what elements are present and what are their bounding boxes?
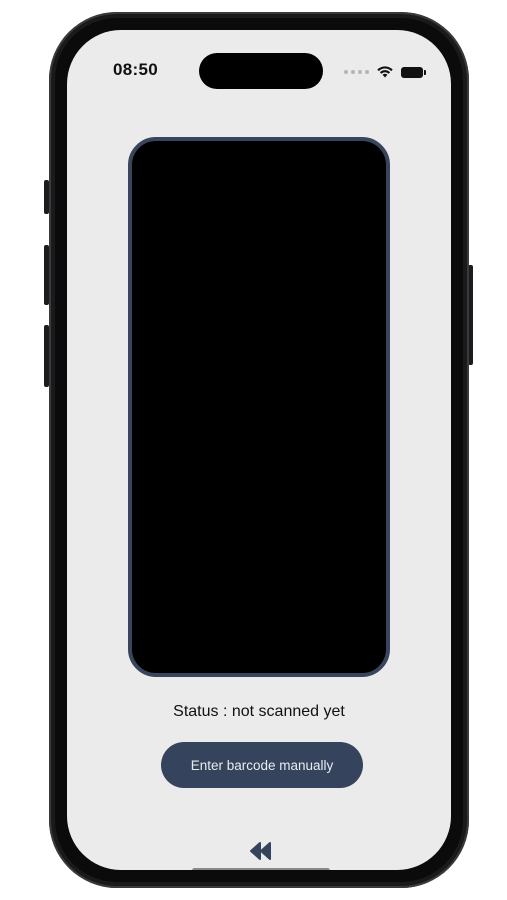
- status-bar-icons: [344, 66, 426, 78]
- wifi-icon: [377, 66, 393, 78]
- cellular-signal-icon: [344, 70, 369, 74]
- home-indicator[interactable]: [192, 868, 330, 870]
- barcode-camera-viewport[interactable]: [128, 137, 390, 677]
- battery-icon: [401, 66, 426, 78]
- rewind-icon[interactable]: [249, 842, 273, 860]
- scan-status-text: Status : not scanned yet: [173, 703, 345, 720]
- status-bar-time: 08:50: [113, 60, 158, 79]
- enter-barcode-manually-button[interactable]: Enter barcode manually: [161, 742, 363, 788]
- app-screen: 08:50 Status : not scanned yet Enter bar…: [67, 30, 451, 870]
- dynamic-island: [199, 53, 323, 89]
- phone-frame: 08:50 Status : not scanned yet Enter bar…: [49, 12, 469, 888]
